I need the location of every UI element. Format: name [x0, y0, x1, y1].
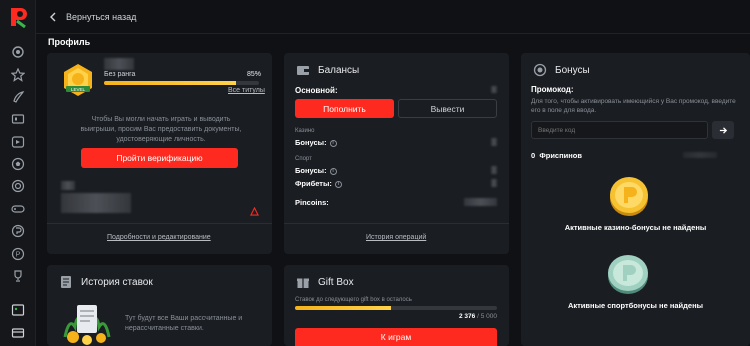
giftbox-title: Gift Box: [318, 276, 354, 288]
verify-text: Чтобы Вы могли начать играть и выводить …: [80, 116, 242, 143]
bet-history-card: История ставок Тут будут все Ваши рассчи…: [47, 265, 272, 346]
main-balance-hidden: [491, 86, 497, 93]
logo-icon[interactable]: [8, 6, 28, 28]
bet-history-text: Тут будут все Ваши рассчитанные и нерасс…: [125, 315, 243, 332]
casino-bonuses-label: Бонусы:: [295, 138, 327, 147]
info-icon[interactable]: i: [329, 139, 337, 147]
rank-progress-percent: 85%: [247, 71, 262, 78]
hidden-value: [491, 179, 497, 187]
bonuses-header: Бонусы: [533, 63, 590, 77]
ball-icon[interactable]: [11, 157, 25, 171]
gamepad-icon[interactable]: [11, 202, 25, 216]
arrow-right-icon: [719, 126, 727, 134]
topbar: Вернуться назад: [36, 0, 750, 34]
casino-bonuses-empty: Активные казино-бонусы не найдены: [564, 223, 707, 232]
sport-bonuses-label: Бонусы:: [295, 166, 327, 175]
to-games-button[interactable]: К играм: [295, 328, 497, 346]
divider: [284, 223, 509, 224]
hidden-field: [61, 193, 131, 213]
casino-label: Казино: [295, 128, 315, 134]
hidden-value: [491, 166, 497, 174]
main-balance-label: Основной:: [295, 86, 338, 95]
deposit-button[interactable]: Пополнить: [295, 99, 394, 118]
settings-icon[interactable]: [11, 45, 25, 59]
giftbox-progress-value: 2 376: [459, 313, 476, 320]
app: P Вернуться назад Профиль LEVEL Без ранг…: [0, 0, 750, 346]
rank-progress-bar: [104, 81, 259, 85]
giftbox-card: Gift Box Ставок до следующего gift box в…: [284, 265, 509, 346]
giftbox-progress-text: 2 376 / 5 000: [459, 313, 497, 320]
rank-label: Без ранга: [104, 71, 136, 78]
profile-details-link[interactable]: Подробности и редактирование: [107, 234, 211, 241]
promo-icon[interactable]: [11, 303, 25, 317]
sport-bonuses-row: Бонусы: i: [295, 166, 337, 175]
bonuses-title: Бонусы: [555, 64, 590, 76]
esports-icon[interactable]: [11, 179, 25, 193]
gift-icon: [297, 278, 309, 288]
giftbox-progress-fill: [295, 306, 391, 310]
promo-hint: Для того, чтобы активировать имеющийся у…: [531, 98, 736, 114]
giftbox-caption: Ставок до следующего gift box в осталось: [295, 297, 412, 303]
info-icon[interactable]: i: [329, 167, 337, 175]
freespins-count: 0: [531, 151, 536, 160]
rank-progress-fill: [104, 81, 236, 85]
star-icon[interactable]: [11, 68, 25, 82]
hidden-field: [61, 181, 75, 190]
divider: [47, 223, 272, 224]
rocket-icon[interactable]: [11, 90, 25, 104]
warning-icon: [250, 207, 259, 216]
bet-history-header: История ставок: [59, 275, 153, 289]
promo-label: Промокод:: [531, 85, 574, 94]
all-titles-link[interactable]: Все титулы: [228, 87, 265, 94]
verify-button[interactable]: Пройти верификацию: [81, 148, 238, 168]
promo-input[interactable]: [531, 121, 708, 139]
balances-header: Балансы: [296, 63, 359, 77]
freebets-label: Фрибеты:: [295, 179, 332, 188]
hidden-link: [683, 152, 717, 158]
chevron-left-icon[interactable]: [48, 12, 58, 22]
bet-history-title: История ставок: [81, 276, 153, 288]
svg-text:LEVEL: LEVEL: [71, 87, 86, 92]
hidden-value: [464, 198, 497, 206]
pincoin-icon[interactable]: P: [11, 247, 25, 261]
balances-title: Балансы: [318, 64, 360, 76]
bonuses-card: Бонусы Промокод: Для того, чтобы активир…: [521, 53, 750, 346]
page-title: Профиль: [48, 37, 91, 47]
back-link[interactable]: Вернуться назад: [66, 12, 136, 22]
sport-bonuses-empty: Активные спортбонусы не найдены: [567, 301, 704, 310]
balances-card: Балансы Основной: Пополнить Вывести Кази…: [284, 53, 509, 254]
giftbox-progress-total: / 5 000: [477, 313, 497, 320]
medal-icon: [533, 63, 547, 77]
profile-card: LEVEL Без ранга 85% Все титулы Чтобы Вы …: [47, 53, 272, 254]
svg-text:P: P: [16, 252, 21, 259]
withdraw-button[interactable]: Вывести: [398, 99, 497, 118]
promo-submit-button[interactable]: [712, 121, 734, 139]
sport-label: Спорт: [295, 156, 312, 162]
left-rail: P: [0, 0, 36, 346]
giftbox-header: Gift Box: [296, 275, 354, 289]
casino-bonuses-row: Бонусы: i: [295, 138, 337, 147]
bonus-icon[interactable]: [11, 224, 25, 238]
username-hidden: [104, 58, 134, 70]
casino-icon[interactable]: [11, 112, 25, 126]
tournament-icon[interactable]: [11, 269, 25, 283]
live-icon[interactable]: [11, 135, 25, 149]
ticket-icon: [61, 276, 71, 288]
history-link[interactable]: История операций: [366, 234, 426, 241]
gold-coin-icon: [610, 177, 648, 216]
coupon-illustration-icon: [63, 305, 111, 345]
info-icon[interactable]: i: [334, 180, 342, 188]
freespins-row: 0 Фриспинов: [531, 151, 582, 160]
wallet-icon: [297, 66, 309, 75]
giftbox-progress-bar: [295, 306, 497, 310]
freespins-label: Фриспинов: [539, 151, 582, 160]
level-badge-icon: LEVEL: [64, 64, 92, 96]
freebets-row: Фрибеты: i: [295, 179, 342, 188]
pincoins-label: Pincoins:: [295, 198, 329, 207]
wallet-icon[interactable]: [11, 326, 25, 340]
silver-coin-icon: [608, 255, 648, 294]
hidden-value: [491, 138, 497, 146]
